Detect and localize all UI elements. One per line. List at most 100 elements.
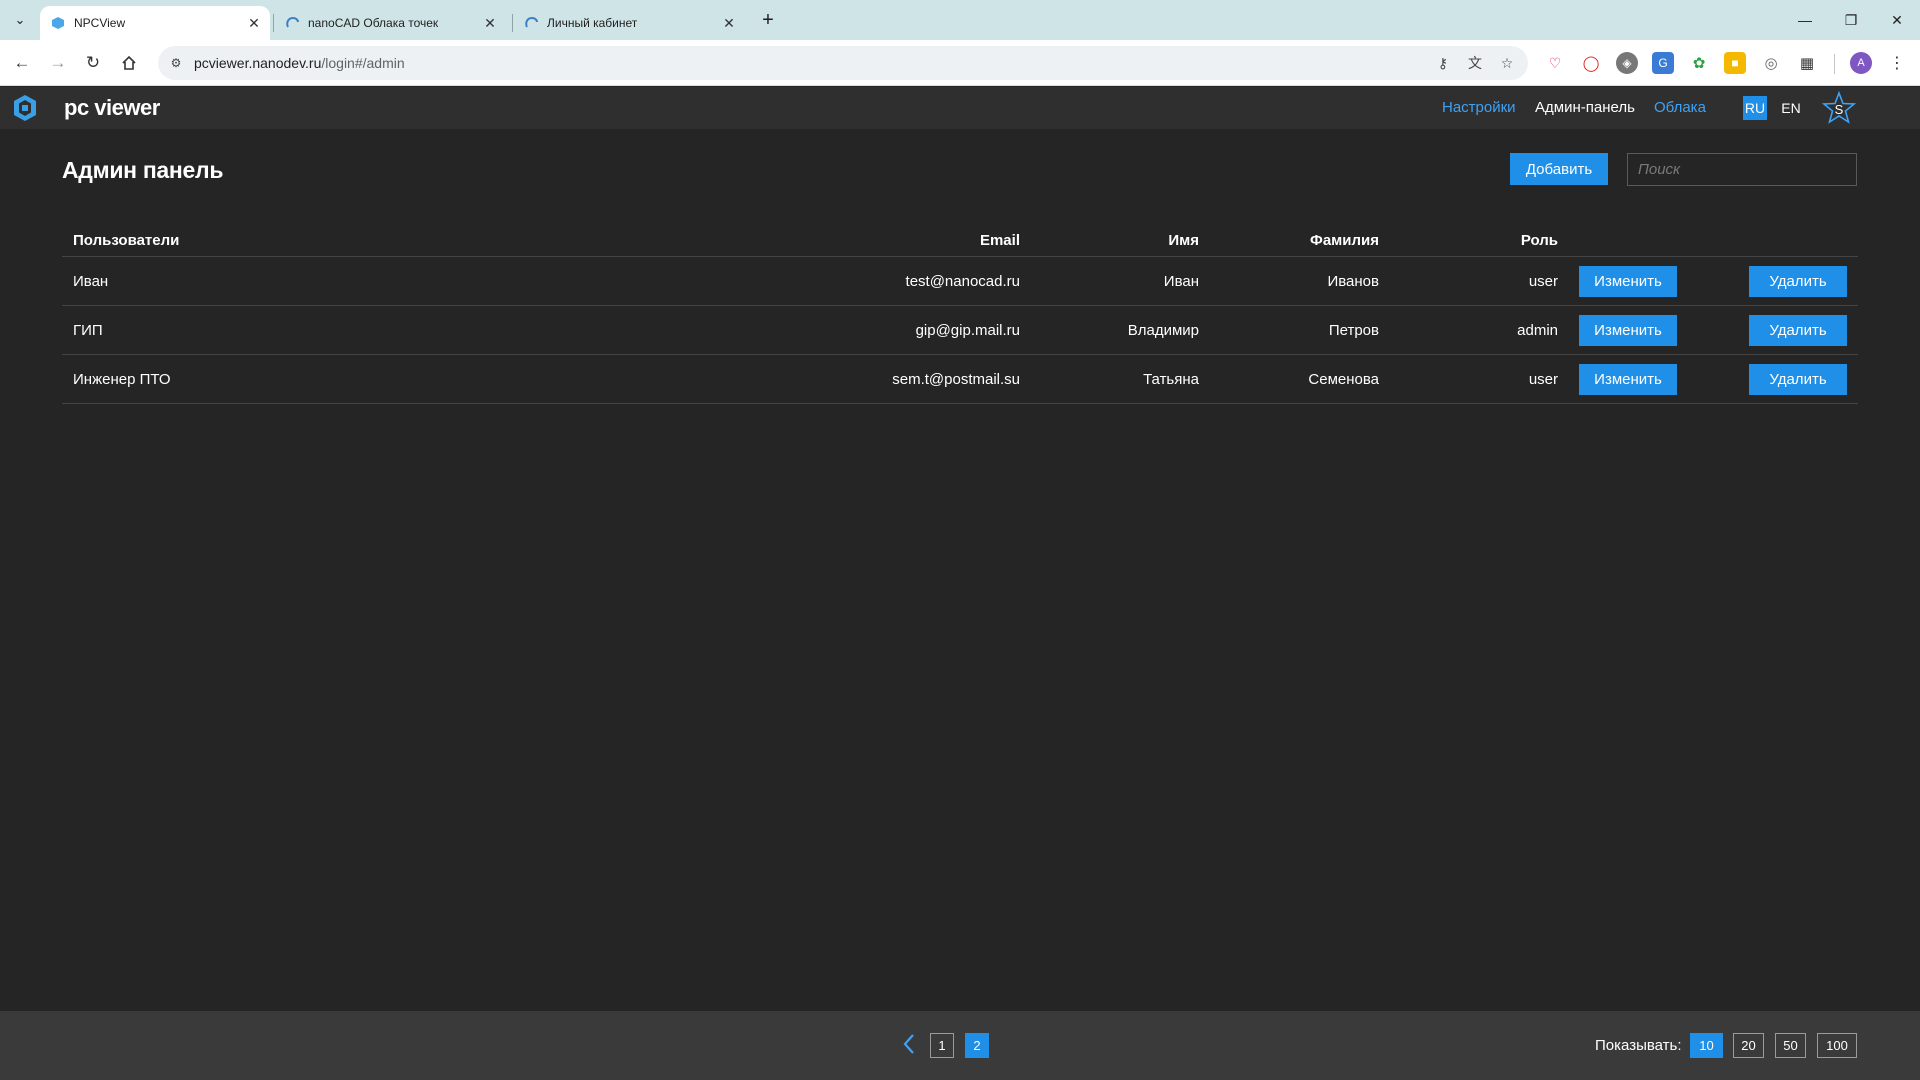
table-header-row: Пользователи Email Имя Фамилия Роль — [62, 225, 1858, 257]
extension-icon[interactable]: ◈ — [1616, 52, 1638, 74]
url-text[interactable]: pcviewer.nanodev.ru/login#/admin — [194, 55, 405, 71]
key-icon[interactable]: ⚷ — [1432, 53, 1454, 73]
back-button[interactable]: ← — [8, 49, 36, 77]
minimize-button[interactable]: — — [1782, 0, 1828, 40]
globe-icon[interactable]: ◎ — [1760, 52, 1782, 74]
delete-user-button[interactable]: Удалить — [1749, 266, 1847, 297]
cell-user: Иван — [73, 272, 109, 290]
close-icon[interactable]: ✕ — [480, 13, 500, 33]
arrow-right-icon: → — [49, 53, 67, 72]
minimize-icon: — — [1798, 12, 1812, 28]
cell-email: sem.t@postmail.su — [892, 370, 1020, 388]
page-size-label: Показывать: — [1595, 1037, 1682, 1054]
cell-last-name: Семенова — [1308, 370, 1379, 388]
page-button-1[interactable]: 1 — [930, 1033, 954, 1058]
table-row: ГИП gip@gip.mail.ru Владимир Петров admi… — [62, 306, 1858, 355]
column-header-email[interactable]: Email — [980, 225, 1020, 256]
translate-icon[interactable]: 文 — [1464, 53, 1486, 73]
browser-tab-account[interactable]: Личный кабинет ✕ — [513, 6, 745, 40]
page-title: Админ панель — [62, 157, 224, 183]
cell-first-name: Владимир — [1127, 321, 1199, 339]
forward-button[interactable]: → — [44, 49, 72, 77]
users-table: Пользователи Email Имя Фамилия Роль Иван… — [62, 225, 1858, 404]
add-user-button[interactable]: Добавить — [1510, 153, 1608, 185]
cell-role: user — [1528, 272, 1558, 290]
cell-user: Инженер ПТО — [73, 370, 171, 388]
edit-user-button[interactable]: Изменить — [1579, 364, 1677, 395]
cell-last-name: Петров — [1328, 321, 1379, 339]
page-size-100[interactable]: 100 — [1817, 1033, 1857, 1058]
search-input[interactable] — [1627, 153, 1857, 186]
close-icon: ✕ — [1891, 11, 1903, 28]
cell-last-name: Иванов — [1327, 272, 1379, 290]
edit-user-button[interactable]: Изменить — [1579, 266, 1677, 297]
google-translate-icon[interactable]: G — [1652, 52, 1674, 74]
evernote-icon[interactable]: ✿ — [1688, 52, 1710, 74]
column-header-last-name[interactable]: Фамилия — [1310, 225, 1379, 256]
nav-admin-link[interactable]: Админ-панель — [1535, 99, 1635, 116]
restore-button[interactable]: ❐ — [1828, 0, 1874, 40]
pocket-icon[interactable]: ♡ — [1544, 52, 1566, 74]
nav-settings-link[interactable]: Настройки — [1442, 99, 1516, 116]
restore-icon: ❐ — [1844, 11, 1858, 28]
user-menu-button[interactable]: S — [1822, 91, 1856, 125]
chevron-left-icon[interactable] — [898, 1031, 922, 1057]
lang-en-button[interactable]: EN — [1779, 96, 1803, 120]
opera-icon[interactable]: ◯ — [1580, 52, 1602, 74]
delete-user-button[interactable]: Удалить — [1749, 364, 1847, 395]
table-row: Иван test@nanocad.ru Иван Иванов user Из… — [62, 257, 1858, 306]
more-menu-icon[interactable]: ⋮ — [1886, 52, 1908, 74]
profile-avatar[interactable]: A — [1850, 52, 1872, 74]
plus-icon: + — [762, 8, 774, 31]
tab-title: nanoCAD Облака точек — [308, 16, 439, 30]
browser-tab-npcview[interactable]: NPCView ✕ — [40, 6, 270, 40]
browser-toolbar: ← → ↻ ⚙ pcviewer.nanodev.ru/login#/admin… — [0, 40, 1920, 86]
pagination-footer: 1 2 Показывать: 10 20 50 100 — [0, 1011, 1920, 1080]
tab-title: Личный кабинет — [547, 16, 638, 30]
cell-email: gip@gip.mail.ru — [915, 321, 1020, 339]
page-size-20[interactable]: 20 — [1733, 1033, 1764, 1058]
page-size-10[interactable]: 10 — [1690, 1033, 1723, 1058]
cell-user: ГИП — [73, 321, 103, 339]
home-icon — [122, 55, 136, 70]
browser-tab-bar: ⌄ NPCView ✕ nanoCAD Облака точек ✕ Личны… — [0, 0, 1920, 40]
address-bar[interactable]: ⚙ pcviewer.nanodev.ru/login#/admin ⚷ 文 ☆ — [158, 46, 1528, 80]
arrow-left-icon: ← — [13, 53, 31, 72]
home-button[interactable] — [115, 49, 143, 77]
toolbar-divider — [1834, 54, 1835, 74]
pcviewer-logo-icon[interactable] — [10, 93, 40, 123]
tab-search-button[interactable]: ⌄ — [8, 8, 32, 32]
chevron-down-icon: ⌄ — [14, 12, 26, 27]
close-icon[interactable]: ✕ — [244, 13, 264, 33]
new-tab-button[interactable]: + — [756, 8, 780, 32]
close-icon[interactable]: ✕ — [719, 13, 739, 33]
cell-email: test@nanocad.ru — [905, 272, 1020, 290]
cell-role: admin — [1517, 321, 1558, 339]
reload-icon: ↻ — [85, 53, 101, 72]
edit-user-button[interactable]: Изменить — [1579, 315, 1677, 346]
tab-title: NPCView — [74, 16, 126, 30]
star-bookmark-icon[interactable]: ☆ — [1496, 53, 1518, 73]
site-settings-icon[interactable]: ⚙ — [166, 53, 186, 73]
puzzle-icon[interactable]: ▦ — [1796, 52, 1818, 74]
lang-ru-button[interactable]: RU — [1743, 96, 1767, 120]
app-header: pc viewer Настройки Админ-панель Облака … — [0, 87, 1920, 129]
notes-icon[interactable]: ■ — [1724, 52, 1746, 74]
column-header-role[interactable]: Роль — [1521, 225, 1558, 256]
page-button-2[interactable]: 2 — [965, 1033, 989, 1058]
nanocad-icon — [284, 15, 300, 31]
reload-button[interactable]: ↻ — [79, 49, 107, 77]
pcviewer-icon — [50, 15, 66, 31]
browser-tab-nanocad-clouds[interactable]: nanoCAD Облака точек ✕ — [274, 6, 506, 40]
close-window-button[interactable]: ✕ — [1874, 0, 1920, 40]
nav-clouds-link[interactable]: Облака — [1654, 99, 1706, 116]
cell-role: user — [1528, 370, 1558, 388]
column-header-users[interactable]: Пользователи — [73, 225, 179, 256]
logo-text[interactable]: pc viewer — [64, 95, 160, 121]
delete-user-button[interactable]: Удалить — [1749, 315, 1847, 346]
cell-first-name: Татьяна — [1143, 370, 1199, 388]
table-row: Инженер ПТО sem.t@postmail.su Татьяна Се… — [62, 355, 1858, 404]
column-header-first-name[interactable]: Имя — [1168, 225, 1199, 256]
nanocad-icon — [523, 15, 539, 31]
page-size-50[interactable]: 50 — [1775, 1033, 1806, 1058]
